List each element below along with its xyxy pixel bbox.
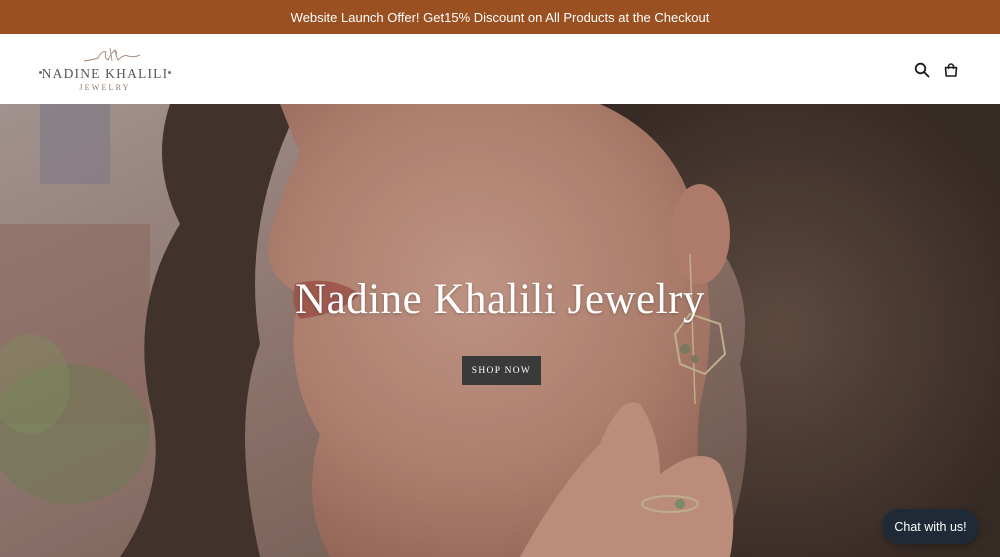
hero-banner: Nadine Khalili Jewelry SHOP NOW: [0, 104, 1000, 557]
chat-button-label: Chat with us!: [894, 519, 967, 534]
brand-logo[interactable]: NADINE KHALILI JEWELRY: [38, 46, 172, 96]
hero-title: Nadine Khalili Jewelry: [295, 276, 705, 323]
chat-button[interactable]: Chat with us!: [882, 509, 979, 544]
logo-dot-right: [168, 71, 171, 74]
cart-icon: [944, 63, 958, 77]
cart-button[interactable]: [941, 60, 961, 80]
shop-now-button[interactable]: SHOP NOW: [462, 356, 541, 385]
site-header: NADINE KHALILI JEWELRY: [0, 34, 1000, 104]
announcement-text: Website Launch Offer! Get15% Discount on…: [290, 9, 710, 25]
hero-background-image: [0, 104, 1000, 557]
logo-subtitle: JEWELRY: [79, 83, 131, 92]
logo-name: NADINE KHALILI: [41, 66, 169, 81]
search-button[interactable]: [912, 60, 932, 80]
search-icon: [914, 62, 930, 78]
logo-script-mark: [83, 47, 141, 62]
announcement-bar: Website Launch Offer! Get15% Discount on…: [0, 0, 1000, 34]
